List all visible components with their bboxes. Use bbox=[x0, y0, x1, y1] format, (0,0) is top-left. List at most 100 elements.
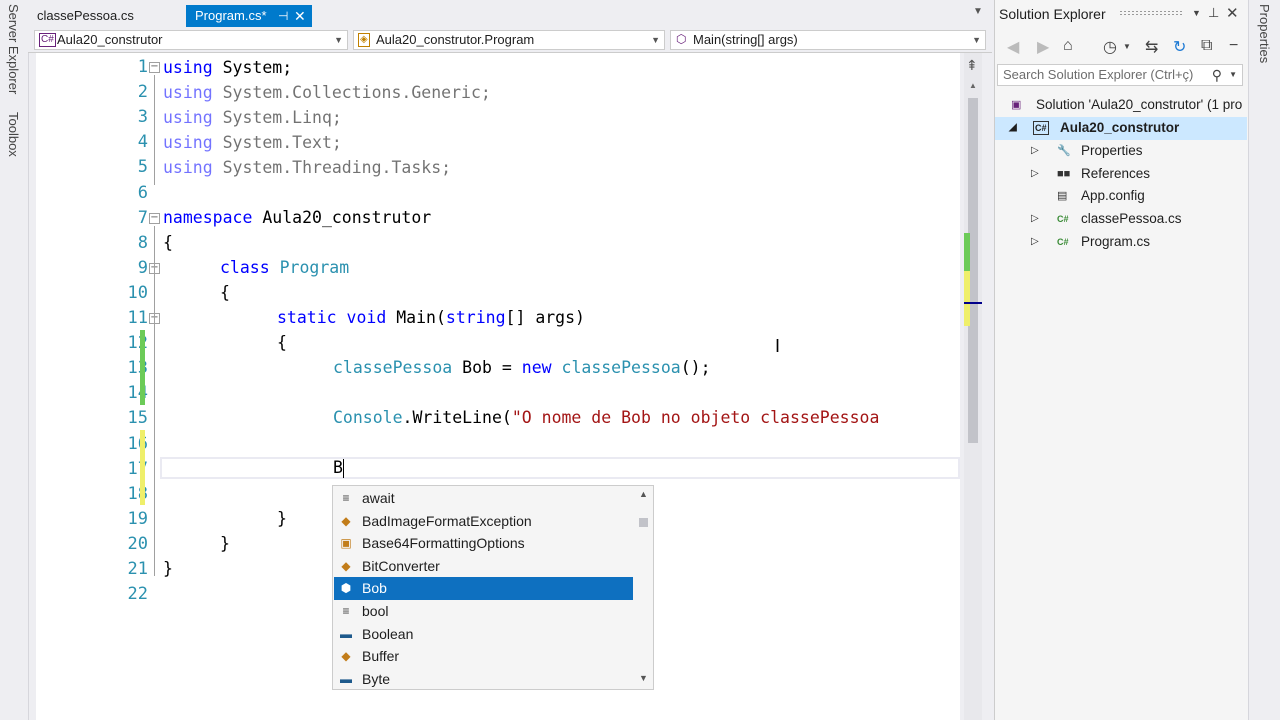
line-number: 10 bbox=[127, 282, 148, 303]
line-number: 15 bbox=[127, 408, 148, 429]
code-line-13: classePessoa Bob = new classePessoa(); bbox=[333, 358, 711, 377]
refresh-icon[interactable]: ↻ bbox=[1173, 37, 1186, 57]
split-handle-icon[interactable]: ⇞ bbox=[966, 57, 978, 74]
collapse-all-icon[interactable]: ⧉ bbox=[1201, 37, 1212, 55]
tree-label: classePessoa.cs bbox=[1081, 211, 1182, 227]
chevron-down-icon[interactable]: ▼ bbox=[1123, 42, 1131, 51]
editor-vertical-scrollbar[interactable]: ⇞ ▲ bbox=[964, 53, 982, 720]
completion-item-label: Boolean bbox=[362, 625, 414, 642]
pin-icon[interactable]: ⊥ bbox=[1208, 5, 1219, 21]
line-number: 5 bbox=[137, 157, 148, 178]
expand-arrow-icon[interactable]: ▷ bbox=[1031, 163, 1039, 185]
left-tool-strip: Server Explorer Toolbox bbox=[0, 0, 29, 720]
window-position-dropdown-icon[interactable]: ▼ bbox=[1192, 8, 1201, 18]
navigation-bar: C# Aula20_construtor ▼ ◈ Aula20_construt… bbox=[28, 28, 992, 53]
chevron-down-icon: ▼ bbox=[334, 35, 343, 45]
class-icon: ◆ bbox=[341, 558, 351, 573]
search-placeholder: Search Solution Explorer (Ctrl+ç) bbox=[1003, 67, 1194, 82]
code-line-21: } bbox=[163, 559, 173, 578]
completion-item[interactable]: ◆ Buffer bbox=[334, 645, 633, 668]
completion-item-label: Buffer bbox=[362, 648, 400, 665]
sync-icon[interactable]: ⇆ bbox=[1145, 37, 1158, 57]
tab-program[interactable]: Program.cs* ⊣ ✕ bbox=[186, 5, 312, 27]
completion-item-label: await bbox=[362, 490, 395, 506]
expand-arrow-icon[interactable]: ▷ bbox=[1031, 140, 1039, 162]
references-icon: ■■ bbox=[1057, 167, 1071, 180]
tab-classepessoa[interactable]: classePessoa.cs bbox=[28, 5, 178, 27]
keyword-icon: ≡ bbox=[342, 491, 350, 505]
completion-item[interactable]: ▬ Boolean bbox=[334, 623, 633, 646]
line-number: 6 bbox=[137, 182, 148, 203]
panel-grip[interactable] bbox=[1119, 10, 1183, 16]
tree-label: Properties bbox=[1081, 143, 1143, 158]
scroll-down-icon[interactable]: ▼ bbox=[639, 673, 648, 683]
scrollbar-thumb[interactable] bbox=[639, 518, 648, 527]
line-number: 7 bbox=[137, 207, 148, 228]
toolbox-tab[interactable]: Toolbox bbox=[6, 112, 21, 157]
class-icon: ◆ bbox=[341, 513, 351, 528]
expand-arrow-icon[interactable]: ▷ bbox=[1031, 208, 1039, 230]
line-number: 19 bbox=[127, 508, 148, 529]
properties-tab[interactable]: Properties bbox=[1257, 4, 1272, 63]
completion-item[interactable]: ◆ BadImageFormatException bbox=[334, 510, 633, 533]
collapse-icon[interactable]: − bbox=[149, 213, 160, 224]
tree-label: Solution 'Aula20_construtor' (1 pro bbox=[1036, 97, 1243, 112]
line-number: 1 bbox=[137, 57, 148, 77]
caret-position-marker bbox=[964, 302, 982, 304]
completion-item-label: bool bbox=[362, 603, 389, 619]
home-icon[interactable]: ⌂ bbox=[1063, 37, 1073, 55]
completion-item[interactable]: ◆ BitConverter bbox=[334, 555, 633, 578]
completion-item[interactable]: ⬢ Bob bbox=[334, 577, 633, 600]
scroll-up-icon[interactable]: ▲ bbox=[639, 489, 648, 499]
config-file-icon: ▤ bbox=[1057, 190, 1068, 203]
close-icon[interactable]: ✕ bbox=[1226, 4, 1239, 22]
fold-guide bbox=[154, 75, 155, 185]
code-line-4: using System.Text; bbox=[163, 133, 342, 152]
scroll-up-icon[interactable]: ▲ bbox=[969, 81, 977, 90]
close-icon[interactable]: ✕ bbox=[294, 5, 306, 27]
chevron-down-icon[interactable]: ▼ bbox=[1229, 65, 1237, 85]
completion-item[interactable]: ▬ Byte bbox=[334, 668, 633, 691]
member-dropdown[interactable]: ⬡ Main(string[] args) ▼ bbox=[670, 30, 986, 50]
completion-item[interactable]: ▣ Base64FormattingOptions bbox=[334, 532, 633, 555]
current-line-highlight bbox=[160, 457, 960, 479]
expand-arrow-icon[interactable]: ▷ bbox=[1031, 231, 1039, 253]
tab-label: Program.cs* bbox=[195, 8, 267, 23]
intellisense-completion-list[interactable]: ≡ await ◆ BadImageFormatException ▣ Base64For… bbox=[332, 485, 654, 690]
back-icon[interactable]: ◀ bbox=[1007, 37, 1019, 57]
completion-item-label: Byte bbox=[362, 670, 391, 687]
code-line-15: Console.WriteLine("O nome de Bob no obje… bbox=[333, 408, 880, 427]
completion-item-label: Bob bbox=[362, 580, 387, 597]
collapse-icon[interactable]: − bbox=[149, 62, 160, 73]
tree-label: Program.cs bbox=[1081, 233, 1151, 249]
completion-item[interactable]: ≡ await bbox=[334, 487, 633, 510]
solution-explorer-toolbar: ◀ ▶ ⌂ ◷ ▼ ⇆ ↻ ⧉ − bbox=[999, 34, 1245, 60]
code-line-20: } bbox=[220, 534, 230, 553]
expanded-arrow-icon[interactable]: ◢ bbox=[1009, 117, 1017, 139]
tab-overflow-dropdown-icon[interactable]: ▼ bbox=[973, 6, 983, 17]
project-dropdown-value: Aula20_construtor bbox=[57, 32, 163, 47]
solution-search-input[interactable]: Search Solution Explorer (Ctrl+ç) ⚲ ▼ bbox=[997, 64, 1243, 86]
change-marker bbox=[964, 233, 970, 271]
code-line-7: namespace Aula20_construtor bbox=[163, 208, 432, 227]
completion-item-label: Base64FormattingOptions bbox=[362, 535, 525, 552]
chevron-down-icon: ▼ bbox=[651, 35, 660, 45]
chevron-down-icon: ▼ bbox=[972, 35, 981, 45]
completion-scrollbar[interactable]: ▲ ▼ bbox=[636, 486, 652, 689]
line-number: 21 bbox=[127, 559, 148, 579]
tree-label: Aula20_construtor bbox=[1060, 120, 1180, 135]
keyword-icon: ≡ bbox=[342, 604, 350, 618]
forward-icon[interactable]: ▶ bbox=[1037, 37, 1049, 57]
code-line-19: } bbox=[277, 509, 287, 528]
code-line-12: { bbox=[277, 333, 287, 352]
pending-changes-icon[interactable]: ◷ bbox=[1103, 37, 1117, 57]
pin-icon[interactable]: ⊣ bbox=[278, 5, 288, 27]
project-dropdown[interactable]: C# Aula20_construtor ▼ bbox=[34, 30, 348, 50]
csharp-project-icon: C# bbox=[1033, 121, 1049, 135]
class-dropdown[interactable]: ◈ Aula20_construtor.Program ▼ bbox=[353, 30, 665, 50]
server-explorer-tab[interactable]: Server Explorer bbox=[6, 4, 21, 94]
more-icon[interactable]: − bbox=[1229, 37, 1238, 55]
completion-item[interactable]: ≡ bool bbox=[334, 600, 633, 623]
ibeam-cursor-icon: I bbox=[775, 336, 781, 356]
code-line-2: using System.Collections.Generic; bbox=[163, 83, 491, 102]
